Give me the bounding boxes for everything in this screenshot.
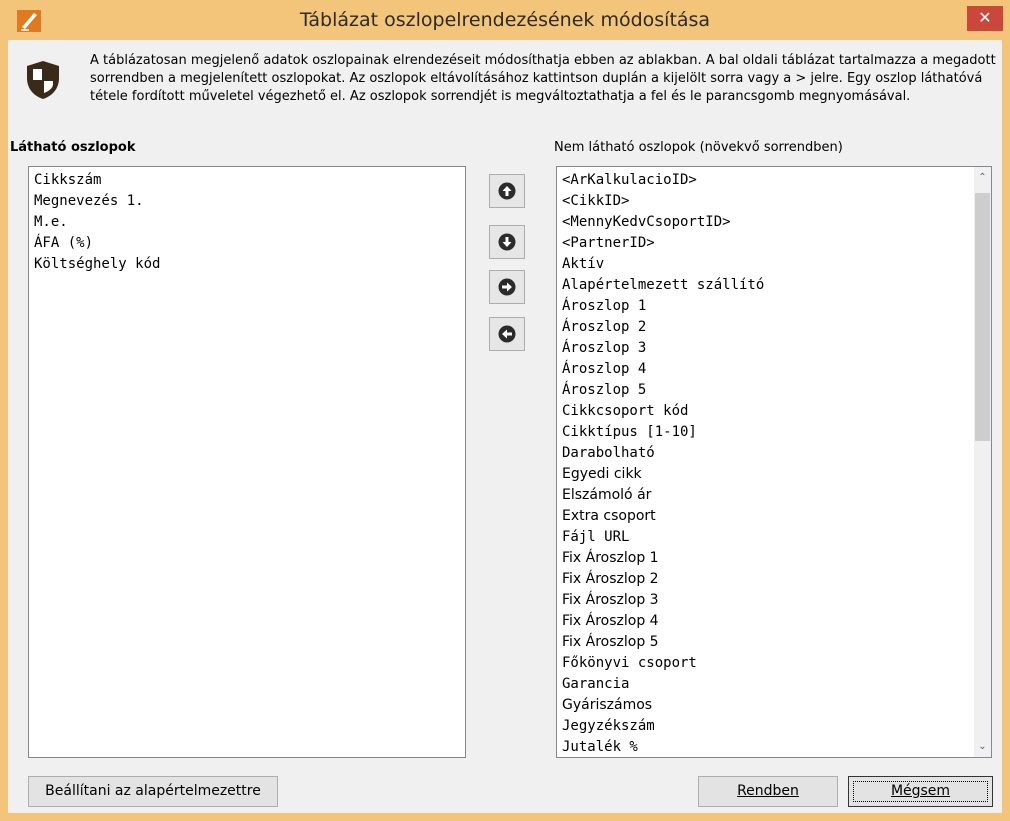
move-down-button[interactable] (489, 225, 525, 259)
shield-icon (27, 61, 59, 99)
list-item[interactable]: <PartnerID> (557, 233, 764, 254)
window-title: Táblázat oszlopelrendezésének módosítása (299, 9, 711, 31)
hide-column-button[interactable] (489, 270, 525, 304)
visible-columns-label: Látható oszlopok (10, 140, 136, 155)
list-item[interactable]: Cikkcsoport kód (557, 401, 764, 422)
list-item[interactable]: Fix Ároszlop 4 (557, 611, 764, 632)
ok-button[interactable]: Rendben (698, 776, 838, 807)
list-item[interactable]: Ároszlop 3 (557, 338, 764, 359)
list-item[interactable]: M.e. (29, 212, 160, 233)
reset-default-button[interactable]: Beállítani az alapértelmezettre (28, 776, 278, 807)
list-item[interactable]: Jutalék % (557, 737, 764, 757)
list-item[interactable]: <ArKalkulacioID> (557, 170, 764, 191)
list-item[interactable]: Fix Ároszlop 5 (557, 632, 764, 653)
list-item[interactable]: ÁFA (%) (29, 233, 160, 254)
list-item[interactable]: Ároszlop 1 (557, 296, 764, 317)
list-item[interactable]: Garancia (557, 674, 764, 695)
list-item[interactable]: Megnevezés 1. (29, 191, 160, 212)
scroll-down-icon[interactable]: ⌄ (974, 737, 991, 757)
list-item[interactable]: Extra csoport (557, 506, 764, 527)
arrow-right-circle-icon (498, 278, 516, 296)
arrow-left-circle-icon (498, 325, 516, 343)
list-item[interactable]: <CikkID> (557, 191, 764, 212)
list-item[interactable]: Alapértelmezett szállító (557, 275, 764, 296)
list-item[interactable]: <MennyKedvCsoportID> (557, 212, 764, 233)
list-item[interactable]: Jegyzékszám (557, 716, 764, 737)
list-item[interactable]: Cikktípus [1-10] (557, 422, 764, 443)
list-item[interactable]: Fájl URL (557, 527, 764, 548)
list-item[interactable]: Főkönyvi csoport (557, 653, 764, 674)
list-item[interactable]: Darabolható (557, 443, 764, 464)
list-item[interactable]: Fix Ároszlop 3 (557, 590, 764, 611)
list-item[interactable]: Gyáriszámos (557, 695, 764, 716)
list-item[interactable]: Ároszlop 4 (557, 359, 764, 380)
close-button[interactable]: ✕ (967, 6, 1003, 31)
scrollbar-thumb[interactable] (975, 193, 990, 441)
arrow-down-circle-icon (498, 233, 516, 251)
list-item[interactable]: Ároszlop 5 (557, 380, 764, 401)
focus-rectangle (853, 781, 988, 802)
list-item[interactable]: Fix Ároszlop 2 (557, 569, 764, 590)
info-text: A táblázatosan megjelenő adatok oszlopai… (90, 53, 996, 104)
list-item[interactable]: Ároszlop 2 (557, 317, 764, 338)
list-item[interactable]: Költséghely kód (29, 254, 160, 275)
list-item[interactable]: Egyedi cikk (557, 464, 764, 485)
list-item[interactable]: Fix Ároszlop 1 (557, 548, 764, 569)
dialog-body: A táblázatosan megjelenő adatok oszlopai… (8, 40, 1002, 813)
dialog-window: Táblázat oszlopelrendezésének módosítása… (0, 0, 1010, 821)
ok-button-label: Rendben (737, 783, 799, 799)
vertical-scrollbar[interactable]: ⌃ ⌄ (974, 167, 991, 757)
move-up-button[interactable] (489, 174, 525, 208)
list-item[interactable]: Aktív (557, 254, 764, 275)
list-item[interactable]: Elszámoló ár (557, 485, 764, 506)
hidden-columns-label: Nem látható oszlopok (növekvő sorrendben… (554, 140, 843, 155)
arrow-up-circle-icon (498, 182, 516, 200)
list-item[interactable]: Cikkszám (29, 170, 160, 191)
hidden-columns-list[interactable]: <ArKalkulacioID> <CikkID> <MennyKedvCsopor… (556, 166, 992, 758)
visible-columns-list[interactable]: Cikkszám Megnevezés 1. M.e. ÁFA (%) Költségh… (28, 166, 466, 758)
title-bar: Táblázat oszlopelrendezésének módosítása… (0, 0, 1010, 42)
show-column-button[interactable] (489, 317, 525, 351)
cancel-button[interactable]: Mégsem (848, 776, 993, 807)
scroll-up-icon[interactable]: ⌃ (974, 167, 991, 187)
